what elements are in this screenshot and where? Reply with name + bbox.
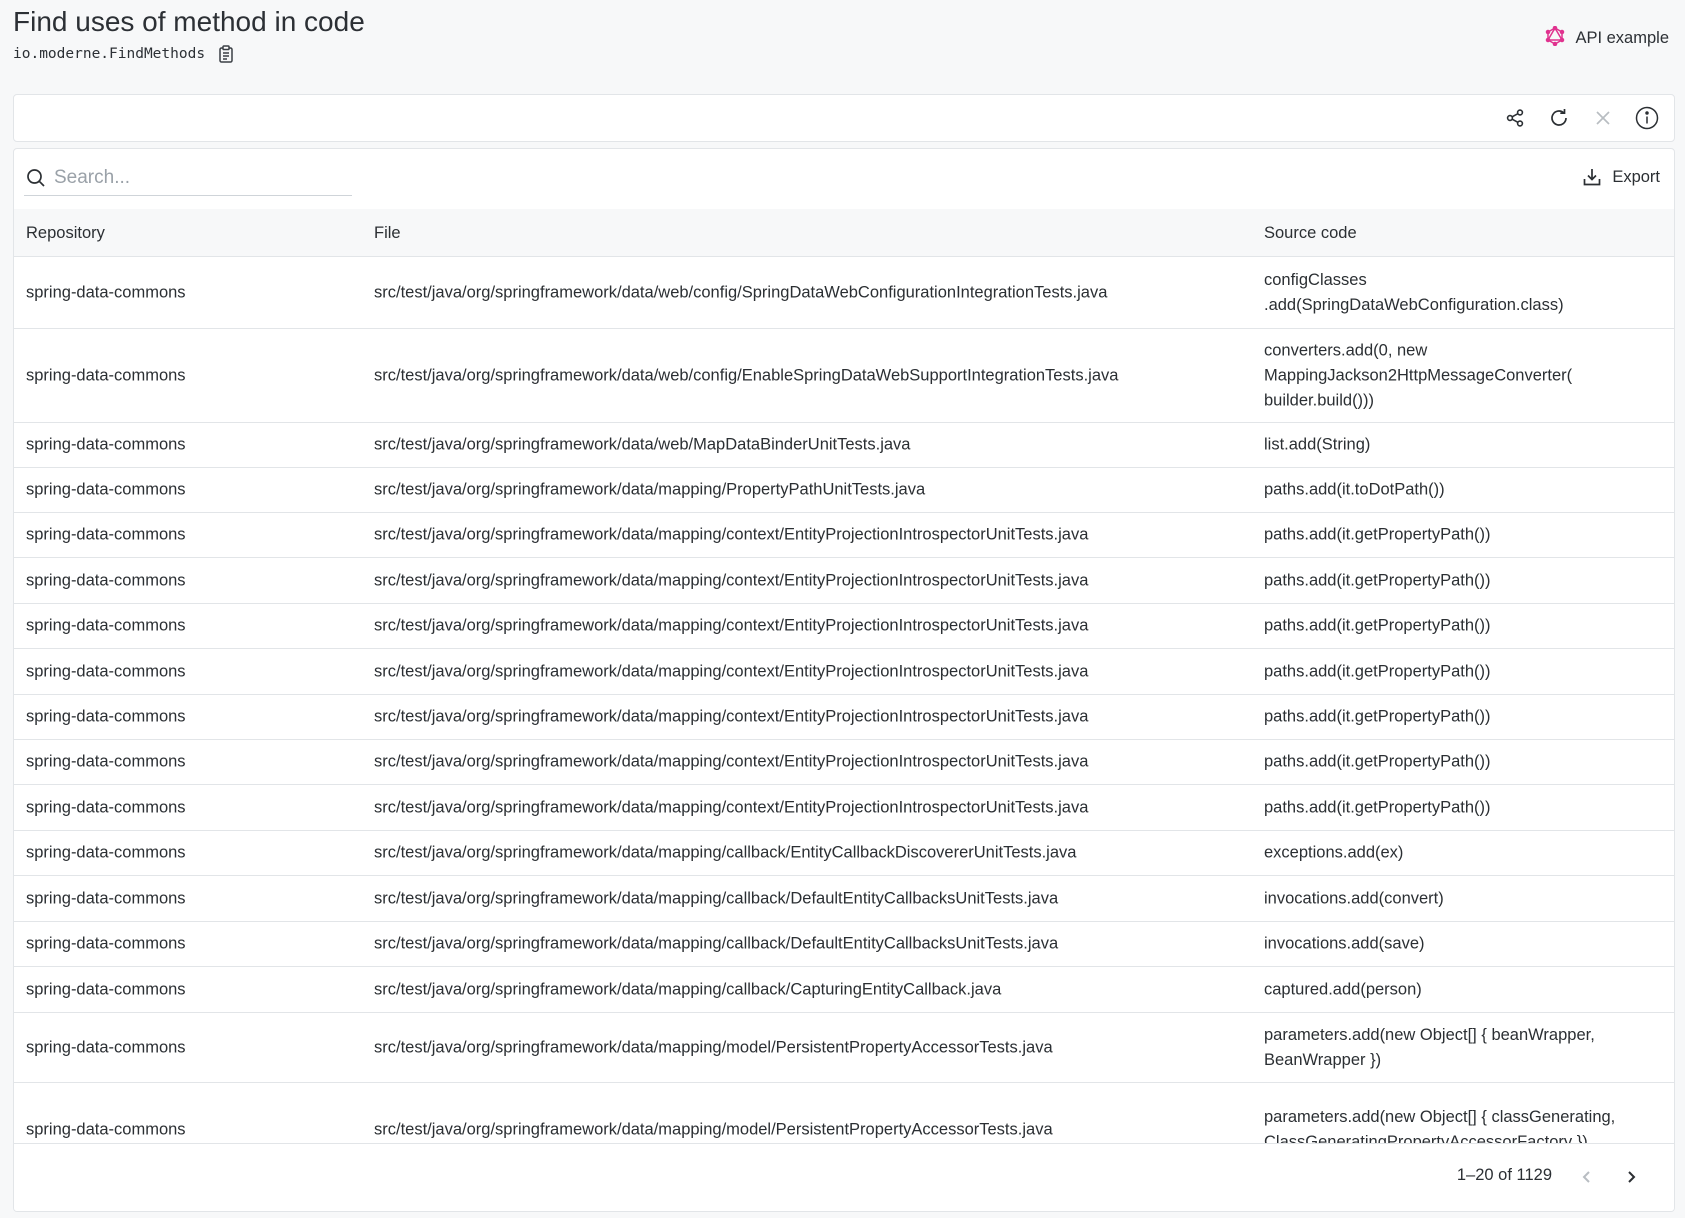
cell-source-code: paths.add(it.getPropertyPath()) [1264,752,1491,771]
cell-source-code: exceptions.add(ex) [1264,843,1404,862]
column-header-file[interactable]: File [374,224,401,243]
cell-source-code: configClasses .add(SpringDataWebConfigur… [1264,270,1564,314]
cell-file: src/test/java/org/springframework/data/m… [374,843,1077,862]
table-row[interactable]: spring-data-commons src/test/java/org/spr… [14,1083,1674,1144]
table-row[interactable]: spring-data-commons src/test/java/org/spr… [14,649,1674,695]
cell-repository: spring-data-commons [26,283,186,301]
cell-repository: spring-data-commons [26,366,186,384]
cell-source-code: paths.add(it.getPropertyPath()) [1264,525,1491,544]
cell-repository: spring-data-commons [26,480,186,499]
cell-repository: spring-data-commons [26,525,186,544]
table-row[interactable]: spring-data-commons src/test/java/org/spr… [14,329,1674,423]
cell-repository: spring-data-commons [26,1038,186,1056]
cell-source-code: paths.add(it.getPropertyPath()) [1264,616,1491,635]
cell-file: src/test/java/org/springframework/data/m… [374,752,1089,771]
next-page-button[interactable] [1616,1162,1646,1192]
refresh-icon[interactable] [1544,105,1574,131]
cell-source-code: paths.add(it.getPropertyPath()) [1264,707,1491,726]
cell-source-code: parameters.add(new Object[] { beanWrappe… [1264,1025,1595,1069]
cell-file: src/test/java/org/springframework/data/m… [374,1038,1053,1056]
cell-file: src/test/java/org/springframework/data/m… [374,571,1089,589]
cell-source-code: captured.add(person) [1264,980,1422,998]
table-row[interactable]: spring-data-commons src/test/java/org/spr… [14,831,1674,876]
table-row[interactable]: spring-data-commons src/test/java/org/spr… [14,257,1674,329]
cell-repository: spring-data-commons [26,1120,186,1138]
table-row[interactable]: spring-data-commons src/test/java/org/spr… [14,558,1674,604]
graphql-icon [1545,25,1565,51]
cell-repository: spring-data-commons [26,707,186,726]
search-box [24,161,352,196]
cell-file: src/test/java/org/springframework/data/m… [374,707,1089,726]
cell-file: src/test/java/org/springframework/data/m… [374,934,1059,953]
cell-source-code: list.add(String) [1264,435,1371,454]
cell-source-code: paths.add(it.getPropertyPath()) [1264,662,1491,680]
table-row[interactable]: spring-data-commons src/test/java/org/spr… [14,785,1674,831]
info-icon[interactable] [1632,105,1662,131]
cell-repository: spring-data-commons [26,571,186,589]
cell-repository: spring-data-commons [26,843,186,862]
cell-repository: spring-data-commons [26,752,186,771]
previous-page-button[interactable] [1572,1162,1602,1192]
table-row[interactable]: spring-data-commons src/test/java/org/spr… [14,876,1674,922]
cell-source-code: invocations.add(convert) [1264,889,1444,907]
table-row[interactable]: spring-data-commons src/test/java/org/spr… [14,740,1674,785]
chevron-right-icon [1628,1171,1636,1183]
cell-file: src/test/java/org/springframework/data/m… [374,980,1002,998]
results-toolbar [13,94,1675,142]
search-icon [27,169,45,187]
table-row[interactable]: spring-data-commons src/test/java/org/spr… [14,1013,1674,1083]
cell-repository: spring-data-commons [26,934,186,953]
table-row[interactable]: spring-data-commons src/test/java/org/spr… [14,513,1674,558]
recipe-id: io.moderne.FindMethods [13,46,206,62]
table-row[interactable]: spring-data-commons src/test/java/org/spr… [14,922,1674,967]
cell-file: src/test/java/org/springframework/data/m… [374,798,1089,816]
share-icon[interactable] [1500,105,1530,131]
cell-source-code: paths.add(it.getPropertyPath()) [1264,571,1491,589]
table-row[interactable]: spring-data-commons src/test/java/org/spr… [14,468,1674,513]
cell-source-code: converters.add(0, new MappingJackson2Htt… [1264,341,1573,409]
clipboard-icon[interactable] [217,45,235,63]
cell-file: src/test/java/org/springframework/data/m… [374,480,926,499]
cell-repository: spring-data-commons [26,662,186,680]
results-table-card: Export Repository File Source code sprin… [13,148,1675,1212]
recipe-id-row: io.moderne.FindMethods [13,45,235,63]
api-example-link[interactable]: API example [1545,25,1669,51]
cell-file: src/test/java/org/springframework/data/m… [374,525,1089,544]
export-label: Export [1612,167,1660,186]
cell-repository: spring-data-commons [26,980,186,998]
page-title: Find uses of method in code [13,6,365,37]
cell-file: src/test/java/org/springframework/data/w… [374,283,1108,301]
cell-repository: spring-data-commons [26,435,186,454]
column-header-repository[interactable]: Repository [26,224,105,243]
cell-file: src/test/java/org/springframework/data/w… [374,435,911,454]
table-body: spring-data-commons src/test/java/org/spr… [14,257,1674,1143]
chevron-left-icon [1582,1171,1590,1183]
table-header: Repository File Source code [14,209,1674,257]
table-row[interactable]: spring-data-commons src/test/java/org/spr… [14,423,1674,468]
cell-file: src/test/java/org/springframework/data/m… [374,889,1059,907]
cell-file: src/test/java/org/springframework/data/m… [374,1120,1053,1138]
download-icon [1583,169,1601,186]
search-input[interactable] [54,167,324,189]
cell-repository: spring-data-commons [26,798,186,816]
table-row[interactable]: spring-data-commons src/test/java/org/spr… [14,695,1674,740]
column-header-source-code[interactable]: Source code [1264,224,1357,243]
api-example-label: API example [1575,29,1669,47]
page-header: Find uses of method in code io.moderne.F… [13,0,1669,90]
pagination-label: 1–20 of 1129 [1456,1166,1552,1184]
table-row[interactable]: spring-data-commons src/test/java/org/spr… [14,604,1674,649]
table-footer: 1–20 of 1129 [14,1143,1674,1211]
table-row[interactable]: spring-data-commons src/test/java/org/spr… [14,967,1674,1013]
export-button[interactable]: Export [1582,167,1660,187]
cell-repository: spring-data-commons [26,616,186,635]
cell-file: src/test/java/org/springframework/data/m… [374,616,1089,635]
close-icon[interactable] [1588,105,1618,131]
cell-file: src/test/java/org/springframework/data/w… [374,366,1119,384]
cell-source-code: paths.add(it.getPropertyPath()) [1264,798,1491,816]
cell-source-code: invocations.add(save) [1264,934,1425,953]
cell-source-code: parameters.add(new Object[] { classGener… [1264,1107,1616,1144]
cell-source-code: paths.add(it.toDotPath()) [1264,480,1445,499]
cell-repository: spring-data-commons [26,889,186,907]
cell-file: src/test/java/org/springframework/data/m… [374,662,1089,680]
